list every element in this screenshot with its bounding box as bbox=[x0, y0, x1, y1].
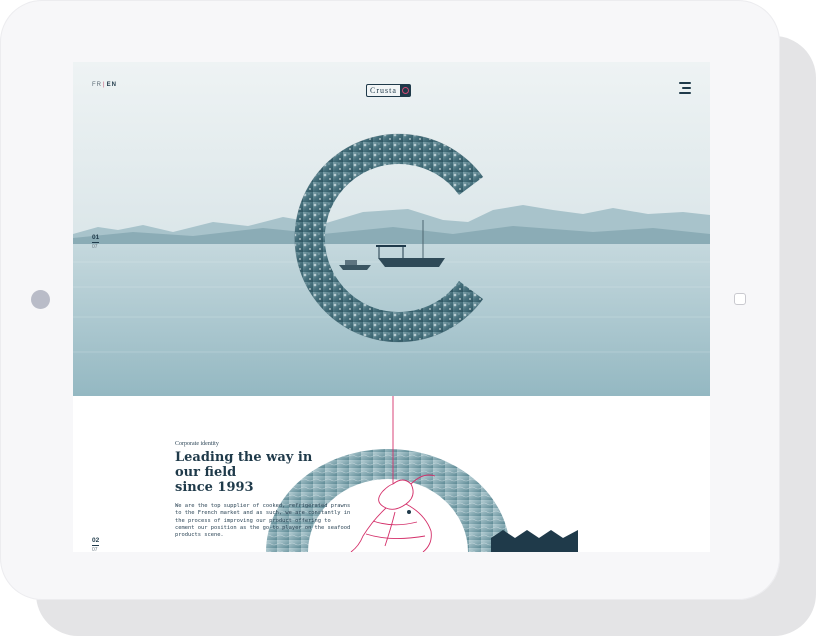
section-headline: Leading the way in our field since 1993 bbox=[175, 450, 313, 495]
camera-icon bbox=[31, 290, 50, 309]
shrimp-icon bbox=[350, 474, 436, 552]
slide-indicator: 01 07 bbox=[92, 234, 99, 250]
hero-landscape-photo bbox=[73, 62, 710, 396]
language-switcher[interactable]: FR|EN bbox=[92, 82, 117, 88]
current-slide-number: 01 bbox=[92, 234, 100, 241]
lang-fr[interactable]: FR bbox=[92, 82, 102, 88]
tablet-frame: FR|EN Crusta 01 07 Corporate identity Le… bbox=[0, 0, 780, 600]
current-slide-number: 02 bbox=[92, 537, 100, 544]
section-body: We are the top supplier of cooked, refri… bbox=[175, 503, 351, 539]
brand-logo[interactable]: Crusta bbox=[366, 84, 411, 97]
hamburger-menu-icon[interactable] bbox=[677, 81, 691, 95]
slide-indicator-2: 02 07 bbox=[92, 537, 99, 552]
hero-section: FR|EN Crusta 01 07 bbox=[73, 62, 710, 396]
total-slides-number: 07 bbox=[92, 244, 98, 250]
lang-en[interactable]: EN bbox=[107, 82, 117, 88]
logo-mark-icon bbox=[399, 85, 410, 96]
logo-text: Crusta bbox=[370, 86, 397, 95]
section-kicker: Corporate identity bbox=[175, 441, 219, 447]
home-button[interactable] bbox=[734, 293, 746, 305]
section-decoration bbox=[266, 396, 578, 552]
website-screen: FR|EN Crusta 01 07 Corporate identity Le… bbox=[73, 62, 710, 552]
corporate-identity-section: Corporate identity Leading the way in ou… bbox=[73, 396, 710, 552]
wave-icon bbox=[491, 530, 578, 552]
total-slides-number: 07 bbox=[92, 547, 98, 552]
lang-separator: | bbox=[103, 82, 106, 88]
